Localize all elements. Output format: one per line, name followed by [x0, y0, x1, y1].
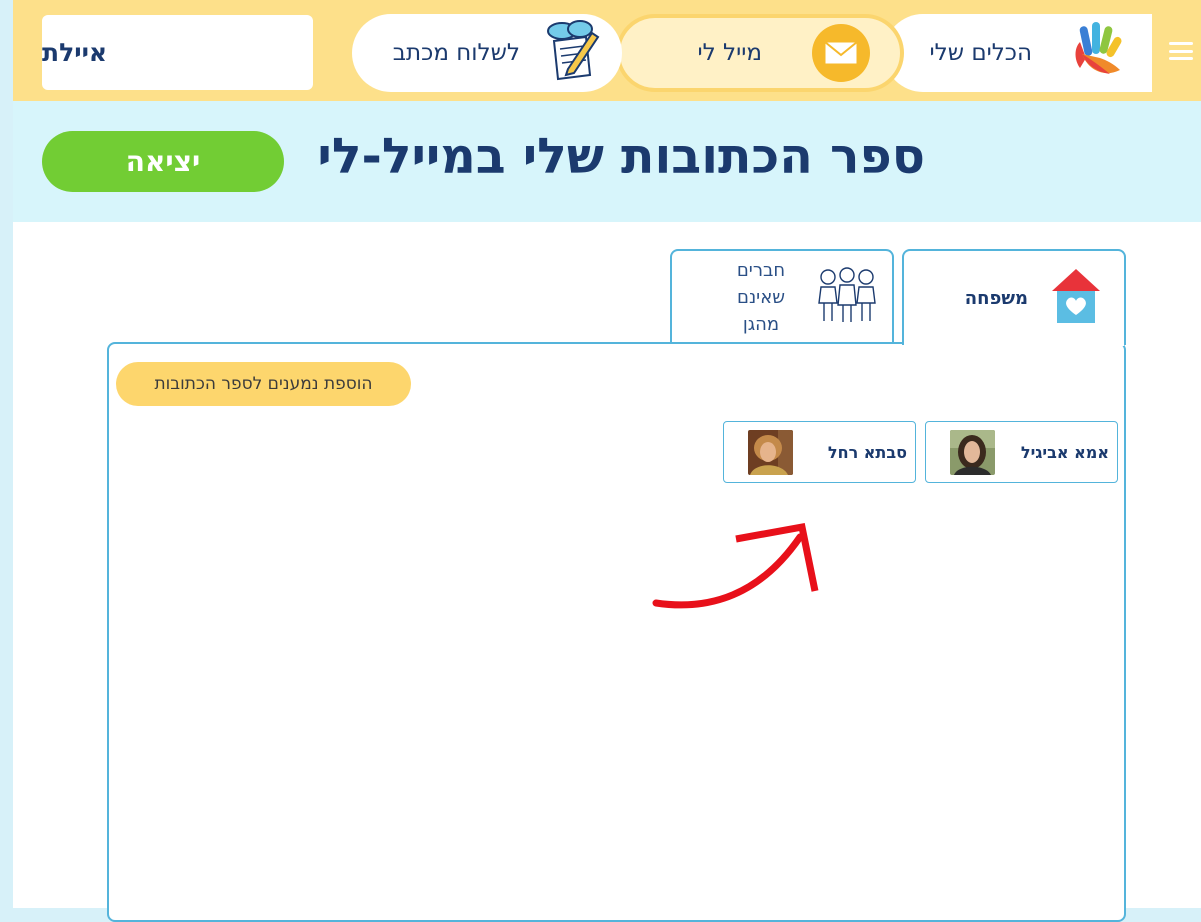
hand-logo-icon: [1070, 20, 1128, 86]
nav-tab-my-tools[interactable]: הכלים שלי: [884, 14, 1152, 92]
home-heart-icon: [1050, 267, 1102, 329]
nav-tab-write-letter[interactable]: לשלוח מכתב: [352, 14, 622, 92]
page-title: ספר הכתובות שלי במייל-לי: [317, 128, 925, 185]
nav-tab-write-letter-label: לשלוח מכתב: [392, 40, 520, 66]
nav-tab-my-mail-label: מייל לי: [697, 40, 762, 66]
tab-family[interactable]: משפחה: [902, 249, 1126, 345]
contact-name: סבתא רחל: [827, 442, 907, 462]
nav-tab-my-tools-label: הכלים שלי: [929, 40, 1033, 66]
active-tab-joiner: [904, 341, 1124, 346]
contact-card[interactable]: סבתא רחל: [723, 421, 916, 483]
letter-pencil-cloud-icon: [540, 19, 602, 87]
tab-friends-label: חברים שאינם מהגן: [716, 257, 806, 338]
contact-name: אמא אביגיל: [1020, 442, 1109, 462]
add-recipients-button[interactable]: הוספת נמענים לספר הכתובות: [116, 362, 411, 406]
tab-friends-not-from-kindergarten[interactable]: חברים שאינם מהגן: [670, 249, 894, 343]
exit-button[interactable]: יציאה: [42, 131, 284, 192]
tab-friends-label-line1: חברים שאינם: [736, 259, 786, 308]
nav-tab-my-mail[interactable]: מייל לי: [616, 14, 904, 92]
contact-card[interactable]: אמא אביגיל: [925, 421, 1118, 483]
contact-avatar: [748, 429, 793, 475]
kids-group-icon: [816, 265, 878, 329]
hamburger-menu-icon[interactable]: [1169, 42, 1193, 60]
tab-friends-label-line2: מהגן: [742, 313, 780, 335]
envelope-icon: [812, 24, 870, 82]
user-name-box: איילת: [42, 15, 313, 90]
contact-avatar: [950, 429, 995, 475]
tab-family-label: משפחה: [964, 287, 1028, 309]
red-arrow-annotation-icon: [652, 522, 819, 609]
